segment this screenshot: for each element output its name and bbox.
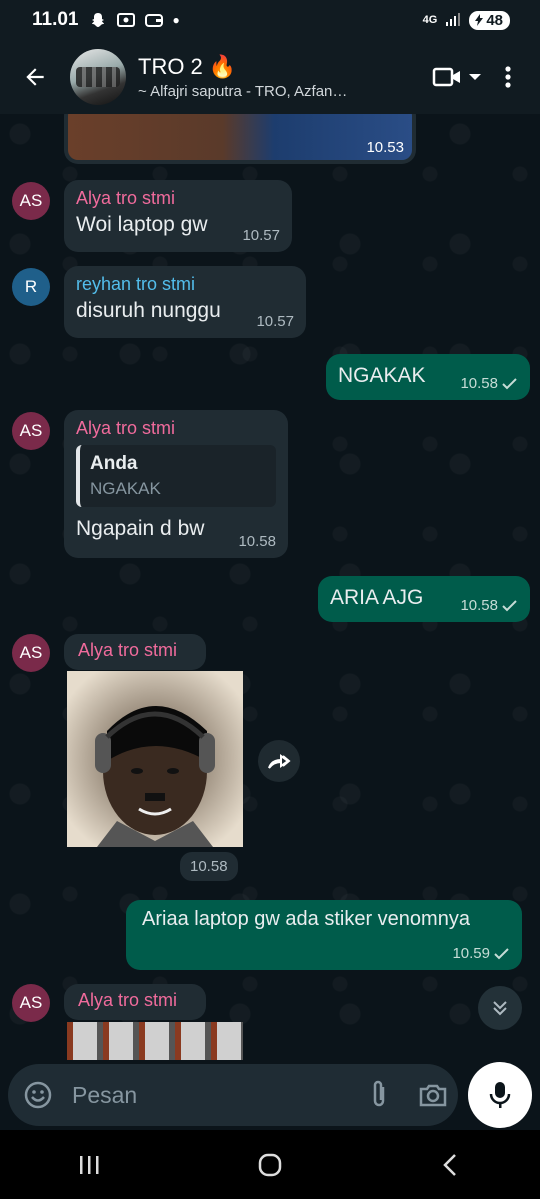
sent-check-icon [502, 599, 517, 611]
message-bubble[interactable]: reyhan tro stmi disuruh nunggu 10.57 [64, 266, 306, 338]
notification-dot-icon: ● [172, 13, 180, 27]
status-time: 11.01 [32, 9, 79, 30]
quote-author: Anda [90, 453, 138, 474]
message-time: 10.58 [180, 852, 238, 881]
screen-record-icon [116, 12, 135, 28]
system-nav-bar [0, 1130, 540, 1199]
mic-icon [489, 1082, 511, 1108]
camera-button[interactable] [418, 1081, 448, 1109]
message-time: 10.58 [460, 597, 518, 614]
avatar-initials: AS [19, 191, 43, 210]
sender-name[interactable]: reyhan tro stmi [76, 274, 294, 295]
scroll-to-bottom-button[interactable] [478, 986, 522, 1030]
avatar[interactable]: AS [12, 984, 50, 1022]
message-bubble-outgoing[interactable]: ARIA AJG 10.58 [318, 576, 530, 622]
avatar-initials: AS [19, 421, 43, 440]
message-time: 10.57 [242, 227, 280, 244]
back-button[interactable] [0, 40, 70, 114]
chat-header: TRO 2 🔥 ~ Alfajri saputra - TRO, Azfan… [0, 40, 540, 114]
attach-icon [373, 1080, 385, 1107]
camera-icon [419, 1084, 447, 1107]
bolt-icon [475, 14, 484, 26]
avatar[interactable]: AS [12, 412, 50, 450]
wallet-icon [144, 12, 163, 28]
emoji-icon [24, 1081, 52, 1109]
network-label: 4G [422, 14, 438, 26]
home-button[interactable] [240, 1135, 300, 1195]
sender-name[interactable]: Alya tro stmi [78, 640, 192, 661]
more-options-button[interactable] [496, 57, 520, 97]
message-input[interactable] [54, 1081, 368, 1109]
image-message[interactable]: 10.53 [64, 114, 416, 164]
message-time: 10.53 [366, 139, 404, 156]
group-subtitle: ~ Alfajri saputra - TRO, Azfan… [138, 83, 348, 100]
quote-text: NGAKAK [90, 479, 161, 498]
message-time: 10.57 [256, 313, 294, 330]
recents-icon [80, 1155, 99, 1174]
recents-button[interactable] [60, 1135, 120, 1195]
mic-button[interactable] [468, 1062, 532, 1128]
message-bubble[interactable]: Alya tro stmi Woi laptop gw 10.57 [64, 180, 292, 252]
sender-name[interactable]: Alya tro stmi [78, 990, 192, 1011]
sender-name[interactable]: Alya tro stmi [76, 188, 280, 209]
chat-area[interactable]: 10.53 AS Alya tro stmi Woi laptop gw 10.… [0, 114, 540, 1060]
sender-label-pill[interactable]: Alya tro stmi [64, 634, 206, 670]
attach-button[interactable] [368, 1079, 390, 1111]
fire-emoji-icon: 🔥 [208, 54, 237, 79]
emoji-button[interactable] [22, 1079, 54, 1111]
dropdown-icon [469, 74, 481, 80]
message-input-bar [0, 1060, 540, 1130]
input-pill [8, 1064, 458, 1126]
forward-button[interactable] [258, 740, 300, 782]
group-info[interactable]: TRO 2 🔥 ~ Alfajri saputra - TRO, Azfan… [138, 54, 432, 100]
sticker-image[interactable] [67, 671, 243, 847]
battery-level: 48 [486, 11, 503, 29]
snapchat-icon [89, 12, 107, 28]
back-nav-icon [443, 1153, 456, 1176]
group-avatar[interactable] [70, 49, 126, 105]
avatar-initials: R [24, 277, 38, 296]
sent-check-icon [494, 947, 509, 959]
message-time: 10.59 [452, 945, 510, 962]
forward-icon [268, 754, 291, 769]
sticker-face-icon [67, 671, 243, 847]
message-bubble[interactable]: Alya tro stmi Anda NGAKAK Ngapain d bw 1… [64, 410, 288, 558]
avatar-initials: AS [19, 993, 43, 1012]
message-bubble-outgoing[interactable]: Ariaa laptop gw ada stiker venomnya 10.5… [126, 900, 522, 970]
sender-label-pill[interactable]: Alya tro stmi [64, 984, 206, 1020]
signal-icon [445, 11, 461, 30]
avatar-initials: AS [19, 643, 43, 662]
message-time: 10.58 [238, 533, 276, 550]
message-time: 10.58 [460, 375, 518, 392]
back-arrow-icon [26, 68, 44, 86]
more-vert-icon [505, 66, 511, 88]
partial-image[interactable] [67, 1022, 243, 1060]
back-nav-button[interactable] [420, 1135, 480, 1195]
status-bar: 11.01 ● 4G 48 [0, 0, 540, 40]
avatar[interactable]: AS [12, 182, 50, 220]
image-thumbnail [68, 114, 412, 160]
avatar[interactable]: AS [12, 634, 50, 672]
sent-check-icon [502, 377, 517, 389]
group-title: TRO 2 🔥 [138, 54, 432, 80]
message-bubble-outgoing[interactable]: NGAKAK 10.58 [326, 354, 530, 400]
group-title-text: TRO 2 [138, 54, 203, 79]
home-icon [258, 1153, 282, 1176]
scroll-down-icon [493, 1001, 507, 1016]
video-call-button[interactable] [432, 57, 482, 97]
message-text: Ariaa laptop gw ada stiker venomnya [142, 908, 470, 930]
battery-indicator: 48 [469, 10, 510, 30]
quoted-message[interactable]: Anda NGAKAK [76, 445, 276, 507]
video-call-icon [432, 67, 460, 87]
avatar[interactable]: R [12, 268, 50, 306]
sender-name[interactable]: Alya tro stmi [76, 418, 276, 439]
